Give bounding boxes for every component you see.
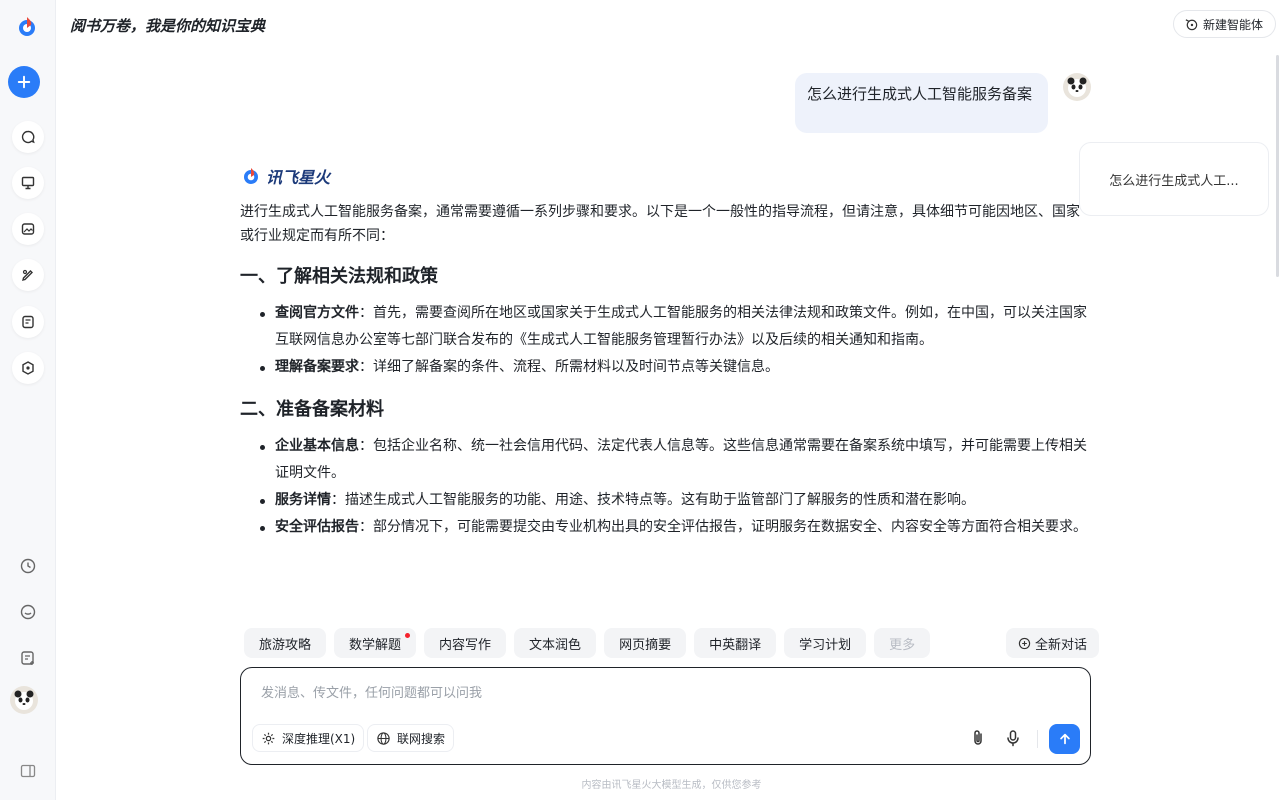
list-item: 服务详情：描述生成式人工智能服务的功能、用途、技术特点等。这有助于监管部门了解服… (260, 487, 1090, 514)
item-text: 部分情况下，可能需要提交由专业机构出具的安全评估报告，证明服务在数据安全、内容安… (373, 519, 1087, 535)
chip-more[interactable]: 更多 (874, 628, 931, 658)
list-item: 理解备案要求：详细了解备案的条件、流程、所需材料以及时间节点等关键信息。 (260, 354, 1090, 381)
new-conversation-button[interactable]: 全新对话 (1006, 628, 1100, 658)
item-term: 安全评估报告 (275, 519, 359, 535)
item-sep: ： (359, 305, 373, 321)
agent-icon (1185, 18, 1198, 30)
item-term: 企业基本信息 (275, 438, 359, 454)
new-dot-badge (405, 633, 411, 638)
chip-polish[interactable]: 文本润色 (514, 628, 597, 658)
item-sep: ： (359, 359, 373, 375)
item-text: 包括企业名称、统一社会信用代码、法定代表人信息等。这些信息通常需要在备案系统中填… (275, 438, 1087, 481)
divider (1037, 730, 1038, 748)
new-agent-button[interactable]: 新建智能体 (1172, 10, 1276, 38)
deep-reasoning-label: 深度推理(X1) (282, 731, 356, 746)
message-composer: 深度推理(X1) 联网搜索 (240, 667, 1091, 765)
new-conversation-label: 全新对话 (1035, 637, 1088, 653)
gear-icon (262, 732, 275, 744)
globe-icon (377, 731, 390, 745)
item-term: 查阅官方文件 (275, 305, 359, 321)
answer-intro: 进行生成式人工智能服务备案，通常需要遵循一系列步骤和要求。以下是一个一般性的指导… (240, 204, 1080, 244)
new-chat-button[interactable] (8, 66, 40, 98)
section-list: 企业基本信息：包括企业名称、统一社会信用代码、法定代表人信息等。这些信息通常需要… (240, 433, 1090, 541)
item-text: 详细了解备案的条件、流程、所需材料以及时间节点等关键信息。 (373, 359, 779, 375)
assistant-icon[interactable] (14, 598, 42, 626)
app-logo-icon[interactable] (12, 12, 42, 42)
outline-item[interactable]: 怎么进行生成式人工... (1079, 142, 1269, 216)
item-text: 描述生成式人工智能服务的功能、用途、技术特点等。这有助于监管部门了解服务的性质和… (345, 492, 975, 508)
sidebar-write-icon[interactable] (12, 259, 44, 291)
brand-name: 讯飞星火 (266, 168, 331, 187)
list-item: 安全评估报告：部分情况下，可能需要提交由专业机构出具的安全评估报告，证明服务在数… (260, 514, 1090, 541)
new-agent-label: 新建智能体 (1202, 17, 1263, 32)
sidebar-presentation-icon[interactable] (12, 167, 44, 199)
sidebar-document-icon[interactable] (12, 306, 44, 338)
brand-label: 讯飞星火 (240, 162, 1090, 190)
section-heading: 一、了解相关法规和政策 (240, 266, 438, 287)
sidebar-agent-icon[interactable] (12, 352, 44, 384)
item-sep: ： (359, 438, 373, 454)
item-sep: ： (331, 492, 345, 508)
answer-fade (240, 600, 1090, 630)
quick-chips: 旅游攻略 数学解题 内容写作 文本润色 网页摘要 中英翻译 学习计划 更多 (244, 628, 931, 658)
chip-math[interactable]: 数学解题 (334, 628, 417, 658)
sidebar-chat-icon[interactable] (12, 121, 44, 153)
sidebar (0, 0, 56, 800)
item-term: 理解备案要求 (275, 359, 359, 375)
microphone-icon[interactable] (1001, 726, 1025, 750)
send-button[interactable] (1049, 724, 1080, 754)
chip-math-label: 数学解题 (349, 637, 402, 653)
chip-summary[interactable]: 网页摘要 (604, 628, 687, 658)
web-search-label: 联网搜索 (397, 731, 446, 746)
web-search-button[interactable]: 联网搜索 (367, 724, 455, 752)
section-list: 查阅官方文件：首先，需要查阅所在地区或国家关于生成式人工智能服务的相关法律法规和… (240, 300, 1090, 381)
user-message-bubble: 怎么进行生成式人工智能服务备案 (795, 73, 1048, 133)
chip-travel[interactable]: 旅游攻略 (244, 628, 327, 658)
history-icon[interactable] (14, 552, 42, 580)
plus-circle-icon (1018, 637, 1031, 649)
section-heading: 二、准备备案材料 (240, 399, 384, 420)
page-title: 阅书万卷，我是你的知识宝典 (70, 17, 266, 35)
message-input[interactable] (261, 682, 1061, 706)
item-text: 首先，需要查阅所在地区或国家关于生成式人工智能服务的相关法律法规和政策文件。例如… (275, 305, 1087, 348)
assistant-answer: 讯飞星火 进行生成式人工智能服务备案，通常需要遵循一系列步骤和要求。以下是一个一… (240, 162, 1090, 622)
disclaimer: 内容由讯飞星火大模型生成，仅供您参考 (581, 780, 762, 791)
list-item: 企业基本信息：包括企业名称、统一社会信用代码、法定代表人信息等。这些信息通常需要… (260, 433, 1090, 487)
sidebar-image-icon[interactable] (12, 213, 44, 245)
chip-translate[interactable]: 中英翻译 (694, 628, 777, 658)
list-item: 查阅官方文件：首先，需要查阅所在地区或国家关于生成式人工智能服务的相关法律法规和… (260, 300, 1090, 354)
item-sep: ： (359, 519, 373, 535)
arrow-up-icon (1059, 733, 1070, 745)
user-avatar (1063, 73, 1091, 101)
brand-logo-icon (244, 168, 258, 184)
attach-icon[interactable] (966, 726, 990, 750)
user-avatar-sidebar[interactable] (10, 686, 38, 714)
scrollbar[interactable] (1276, 55, 1279, 277)
chip-writing[interactable]: 内容写作 (424, 628, 507, 658)
item-term: 服务详情 (275, 492, 331, 508)
notes-icon[interactable] (14, 644, 42, 672)
deep-reasoning-button[interactable]: 深度推理(X1) (252, 724, 365, 752)
chip-study[interactable]: 学习计划 (784, 628, 867, 658)
